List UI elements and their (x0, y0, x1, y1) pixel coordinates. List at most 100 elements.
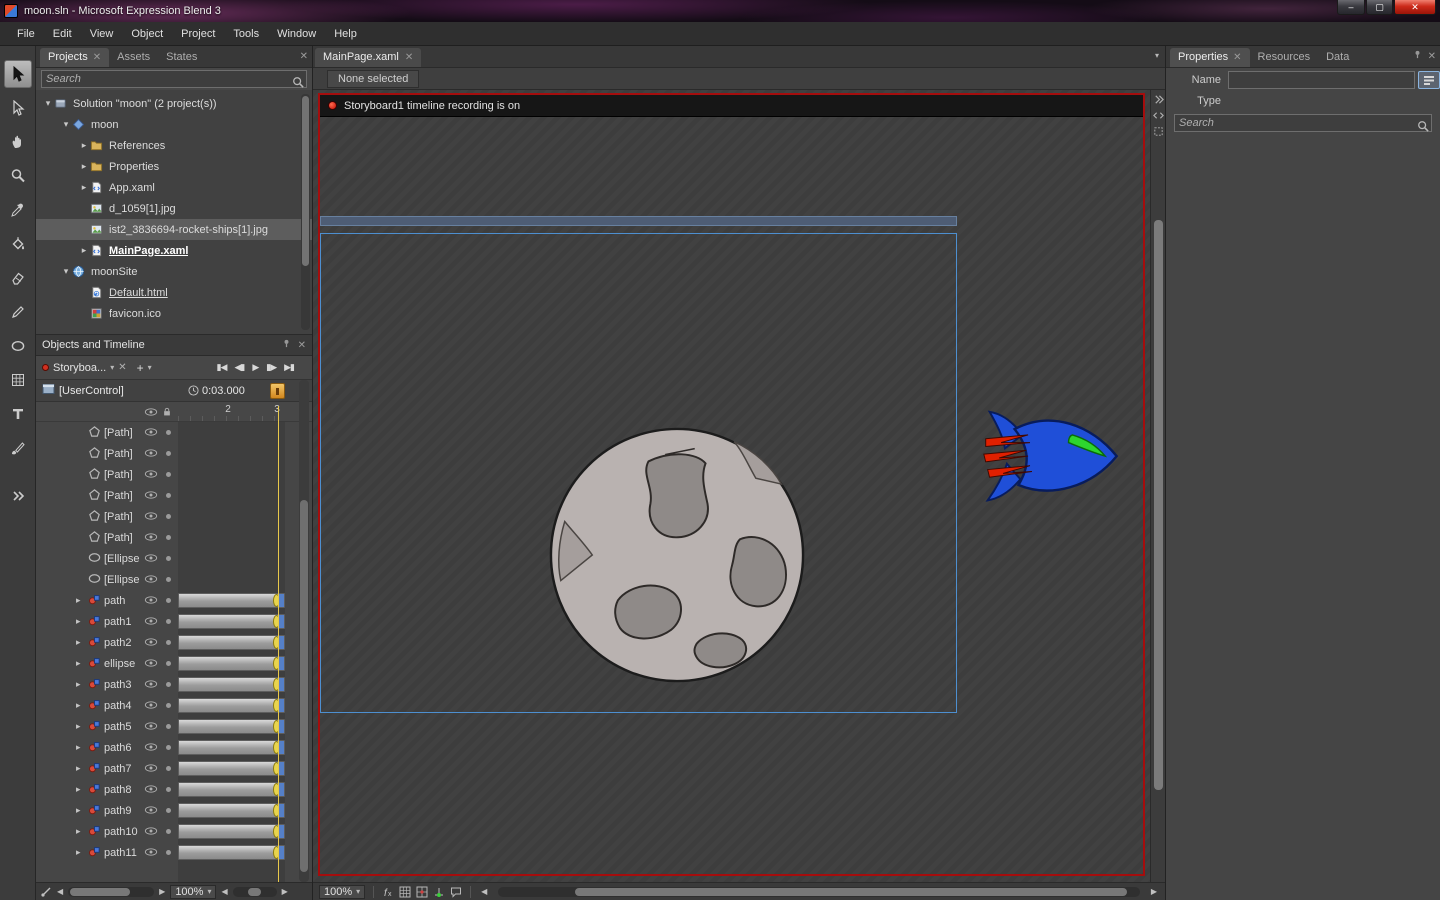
timeline-ruler[interactable]: 2 3 (36, 402, 312, 422)
storyboard-close-icon[interactable]: ✕ (118, 362, 126, 373)
tree-expander-icon[interactable]: ▾ (42, 98, 54, 109)
timeline-row-path7[interactable]: ▸path7 (36, 758, 312, 779)
visibility-eye-icon[interactable] (144, 511, 160, 523)
visibility-eye-icon[interactable] (144, 721, 160, 733)
animation-bar[interactable] (178, 635, 285, 650)
timeline-track[interactable] (178, 782, 285, 797)
row-lock-dot[interactable] (160, 472, 176, 477)
timeline-track[interactable] (178, 635, 285, 650)
timeline-row-path10[interactable]: ▸path10 (36, 821, 312, 842)
close-panel-icon[interactable]: ✕ (300, 51, 308, 62)
canvas-zoom-select[interactable]: 100% ▾ (319, 885, 365, 899)
timeline-row-path1[interactable]: ▸path1 (36, 611, 312, 632)
tree-expander-icon[interactable]: ▸ (78, 182, 90, 193)
menu-item-window[interactable]: Window (268, 24, 325, 44)
row-lock-dot[interactable] (160, 619, 176, 624)
tree-item[interactable]: d_1059[1].jpg (36, 198, 312, 219)
timeline-track[interactable] (178, 698, 285, 713)
timeline-track[interactable] (178, 719, 285, 734)
timeline-track[interactable] (178, 551, 285, 566)
effects-toggle-icon[interactable]: fx (382, 886, 394, 898)
snap-to-grid-icon[interactable] (416, 886, 428, 898)
visibility-eye-icon[interactable] (144, 490, 160, 502)
expand-arrow-icon[interactable]: ▸ (76, 763, 88, 774)
timeline-row-path[interactable]: [Path] (36, 464, 312, 485)
row-lock-dot[interactable] (160, 661, 176, 666)
tab-resources[interactable]: Resources (1250, 48, 1319, 67)
animation-bar[interactable] (178, 845, 285, 860)
go-to-first-frame-button[interactable]: ▮◀ (217, 362, 227, 373)
rectangle-element[interactable] (320, 216, 957, 226)
tab-projects[interactable]: Projects✕ (40, 48, 109, 67)
pan-tool[interactable] (4, 128, 32, 156)
menu-item-view[interactable]: View (81, 24, 123, 44)
timeline-track[interactable] (178, 530, 285, 545)
row-lock-dot[interactable] (160, 640, 176, 645)
expand-arrow-icon[interactable]: ▸ (76, 700, 88, 711)
collapse-annotations-icon[interactable] (1152, 93, 1165, 106)
next-frame-button[interactable]: ▮▶ (266, 362, 276, 373)
row-lock-dot[interactable] (160, 556, 176, 561)
row-lock-dot[interactable] (160, 724, 176, 729)
animation-bar[interactable] (178, 677, 285, 692)
tree-item[interactable]: ▸Properties (36, 156, 312, 177)
tree-item[interactable]: favicon.ico (36, 303, 312, 324)
timeline-row-path6[interactable]: ▸path6 (36, 737, 312, 758)
row-lock-dot[interactable] (160, 451, 176, 456)
timeline-track[interactable] (178, 656, 285, 671)
maximize-button[interactable]: ▢ (1366, 0, 1393, 15)
brush-tool[interactable] (4, 434, 32, 462)
tab-close-icon[interactable]: ✕ (405, 52, 413, 63)
visibility-eye-icon[interactable] (144, 805, 160, 817)
animation-bar[interactable] (178, 824, 285, 839)
timeline-track[interactable] (178, 467, 285, 482)
pin-icon[interactable] (1413, 50, 1422, 62)
timeline-row-path5[interactable]: ▸path5 (36, 716, 312, 737)
visibility-eye-icon[interactable] (144, 574, 160, 586)
expand-arrow-icon[interactable]: ▸ (76, 742, 88, 753)
close-panel-icon[interactable]: ✕ (1428, 51, 1436, 62)
visibility-eye-icon[interactable] (144, 553, 160, 565)
rocket-graphic[interactable] (983, 406, 1129, 510)
tree-item[interactable]: ist2_3836694-rocket-ships[1].jpg (36, 219, 312, 240)
timeline-track[interactable] (178, 845, 285, 860)
timeline-track[interactable] (178, 488, 285, 503)
animation-bar[interactable] (178, 698, 285, 713)
timeline-row-path[interactable]: [Path] (36, 506, 312, 527)
menu-item-file[interactable]: File (8, 24, 44, 44)
tree-expander-icon[interactable]: ▾ (60, 266, 72, 277)
timeline-track[interactable] (178, 824, 285, 839)
canvas-scroll-left-icon[interactable]: ◀ (479, 887, 489, 896)
previous-frame-button[interactable]: ◀▮ (234, 362, 244, 373)
moon-graphic[interactable] (547, 425, 807, 685)
timeline-row-path8[interactable]: ▸path8 (36, 779, 312, 800)
timeline-hscrollbar[interactable] (68, 887, 154, 897)
play-button[interactable]: ▶ (252, 362, 258, 373)
timeline-row-path3[interactable]: ▸path3 (36, 674, 312, 695)
timeline-row-path[interactable]: [Path] (36, 443, 312, 464)
expand-arrow-icon[interactable]: ▸ (76, 784, 88, 795)
timeline-track[interactable] (178, 425, 285, 440)
ellipse-tool[interactable] (4, 332, 32, 360)
row-lock-dot[interactable] (160, 577, 176, 582)
tab-close-icon[interactable]: ✕ (1233, 52, 1241, 63)
canvas-hscrollbar[interactable] (498, 887, 1140, 897)
storyboard-add-button[interactable]: + (137, 361, 144, 375)
animation-bar[interactable] (178, 782, 285, 797)
snap-to-guides-icon[interactable] (433, 886, 445, 898)
timeline-track[interactable] (178, 803, 285, 818)
visibility-eye-icon[interactable] (144, 448, 160, 460)
timeline-track[interactable] (178, 761, 285, 776)
expand-arrow-icon[interactable]: ▸ (76, 826, 88, 837)
timeline-track[interactable] (178, 593, 285, 608)
usercontrol-row[interactable]: [UserControl] 0:03.000 (36, 380, 312, 402)
eraser-tool[interactable] (4, 264, 32, 292)
expand-arrow-icon[interactable]: ▸ (76, 805, 88, 816)
title-bar[interactable]: moon.sln - Microsoft Expression Blend 3 … (0, 0, 1440, 22)
row-lock-dot[interactable] (160, 703, 176, 708)
timeline-row-path[interactable]: ▸path (36, 590, 312, 611)
tree-scrollbar[interactable] (301, 94, 310, 330)
tab-states[interactable]: States (158, 48, 205, 67)
menu-item-project[interactable]: Project (172, 24, 224, 44)
name-input[interactable] (1228, 71, 1415, 89)
